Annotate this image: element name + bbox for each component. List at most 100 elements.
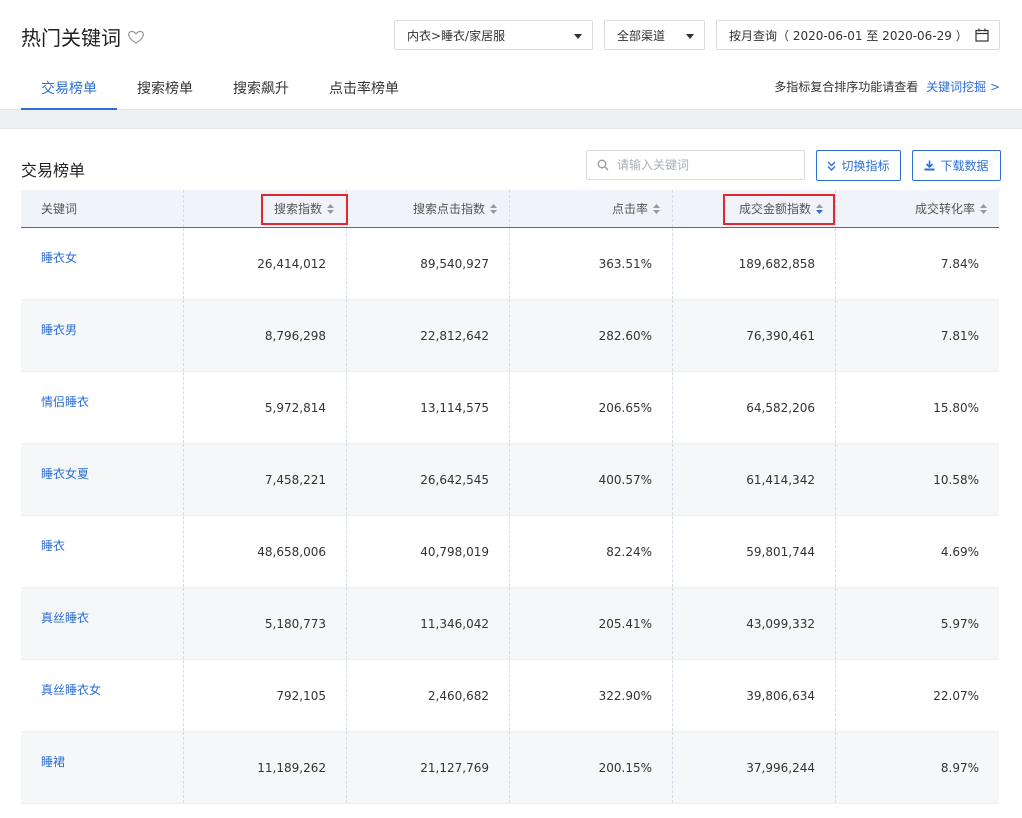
table-row: 真丝睡衣女 792,105 2,460,682 322.90% 39,806,6… [21, 660, 999, 732]
ctr-cell: 200.15% [510, 732, 673, 803]
chevron-down-icon [574, 34, 582, 39]
search-index-cell: 5,972,814 [184, 372, 347, 443]
trade-amount-index-cell: 39,806,634 [673, 660, 836, 731]
channel-select[interactable]: 全部渠道 [604, 20, 705, 50]
conversion-rate-cell: 10.58% [933, 473, 979, 487]
trade-amount-index-cell: 61,414,342 [673, 444, 836, 515]
search-index-cell: 792,105 [184, 660, 347, 731]
conversion-rate-cell: 7.84% [940, 257, 979, 271]
column-header-label: 搜索指数 [273, 202, 322, 216]
keyword-link[interactable]: 情侣睡衣 [41, 395, 89, 409]
trade-amount-index-cell: 37,996,244 [673, 732, 836, 803]
keyword-cell: 情侣睡衣 [21, 372, 184, 443]
switch-metrics-label: 切换指标 [841, 159, 890, 173]
table-row: 睡衣女 26,414,012 89,540,927 363.51% 189,68… [21, 228, 999, 300]
trade-amount-index-cell: 64,582,206 [673, 372, 836, 443]
tab-ctr-ranking[interactable]: 点击率榜单 [309, 78, 419, 110]
category-select[interactable]: 内衣>睡衣/家居服 [394, 20, 593, 50]
keyword-search-input[interactable] [617, 158, 797, 172]
keyword-link[interactable]: 真丝睡衣女 [41, 683, 101, 697]
search-icon [597, 159, 609, 171]
tab-bar: 交易榜单 搜索榜单 搜索飙升 点击率榜单 [21, 78, 419, 110]
column-header-search-click-index[interactable]: 搜索点击指数 [347, 190, 510, 227]
sort-icon[interactable] [653, 203, 660, 214]
column-header-trade-amount-index[interactable]: 成交金额指数 [673, 190, 836, 227]
date-range-picker[interactable]: 按月查询（ 2020-06-01 至 2020-06-29 ） [716, 20, 1000, 50]
column-header-label: 搜索点击指数 [412, 202, 485, 216]
header-card: 热门关键词 内衣>睡衣/家居服 全部渠道 按月查询（ 2020-06-01 至 … [0, 0, 1022, 110]
section-title: 交易榜单 [21, 161, 86, 180]
download-icon [924, 160, 935, 171]
search-index-cell: 8,796,298 [184, 300, 347, 371]
sort-desc-icon[interactable] [816, 203, 823, 214]
search-index-cell: 26,414,012 [184, 228, 347, 299]
ctr-cell: 206.65% [510, 372, 673, 443]
table-row: 睡衣 48,658,006 40,798,019 82.24% 59,801,7… [21, 516, 999, 588]
double-chevron-down-icon [827, 161, 836, 171]
column-header-label: 点击率 [611, 202, 648, 216]
keyword-search[interactable] [586, 150, 805, 180]
conversion-rate-cell: 4.69% [940, 545, 979, 559]
column-header-search-index[interactable]: 搜索指数 [184, 190, 348, 227]
search-click-index-cell: 13,114,575 [347, 372, 510, 443]
search-click-index-cell: 11,346,042 [347, 588, 510, 659]
keyword-cell: 真丝睡衣女 [21, 660, 184, 731]
ctr-cell: 400.57% [510, 444, 673, 515]
trade-amount-index-cell: 189,682,858 [673, 228, 836, 299]
keyword-link[interactable]: 真丝睡衣 [41, 611, 89, 625]
conversion-rate-cell: 7.81% [940, 329, 979, 343]
keyword-mining-link[interactable]: 关键词挖掘 > [926, 80, 1000, 94]
conversion-rate-cell: 15.80% [933, 401, 979, 415]
keyword-link[interactable]: 睡裙 [41, 755, 65, 769]
keyword-link[interactable]: 睡衣女 [41, 251, 77, 265]
trade-amount-index-cell: 59,801,744 [673, 516, 836, 587]
table-row: 睡裙 11,189,262 21,127,769 200.15% 37,996,… [21, 732, 999, 804]
main-card: 交易榜单 切换指标 下载数据 关键词 搜索指数 [0, 128, 1022, 818]
search-index-cell: 5,180,773 [184, 588, 347, 659]
download-data-button[interactable]: 下载数据 [912, 150, 1001, 181]
tab-search-ranking[interactable]: 搜索榜单 [117, 78, 213, 110]
heart-icon[interactable] [127, 28, 145, 46]
page-title-text: 热门关键词 [21, 26, 121, 50]
trade-amount-index-cell: 76,390,461 [673, 300, 836, 371]
calendar-icon[interactable] [975, 28, 989, 42]
channel-select-value: 全部渠道 [617, 28, 666, 43]
ctr-cell: 82.24% [510, 516, 673, 587]
column-header-label: 成交金额指数 [738, 202, 811, 216]
ctr-cell: 322.90% [510, 660, 673, 731]
table-row: 睡衣女夏 7,458,221 26,642,545 400.57% 61,414… [21, 444, 999, 516]
column-header-label: 关键词 [41, 202, 78, 216]
column-header-conversion-rate[interactable]: 成交转化率 [836, 190, 999, 227]
table-row: 情侣睡衣 5,972,814 13,114,575 206.65% 64,582… [21, 372, 999, 444]
table-row: 真丝睡衣 5,180,773 11,346,042 205.41% 43,099… [21, 588, 999, 660]
conversion-rate-cell: 8.97% [940, 761, 979, 775]
sort-icon[interactable] [327, 203, 334, 214]
search-click-index-cell: 21,127,769 [347, 732, 510, 803]
ctr-cell: 205.41% [510, 588, 673, 659]
switch-metrics-button[interactable]: 切换指标 [816, 150, 901, 181]
search-index-cell: 7,458,221 [184, 444, 347, 515]
date-range-value: 按月查询（ 2020-06-01 至 2020-06-29 ） [729, 28, 968, 43]
page-title: 热门关键词 [21, 22, 145, 51]
search-click-index-cell: 40,798,019 [347, 516, 510, 587]
column-header-keyword: 关键词 [21, 190, 184, 227]
keyword-link[interactable]: 睡衣女夏 [41, 467, 89, 481]
sort-icon[interactable] [490, 203, 497, 214]
column-header-ctr[interactable]: 点击率 [510, 190, 673, 227]
keyword-link[interactable]: 睡衣男 [41, 323, 77, 337]
conversion-rate-cell: 22.07% [933, 689, 979, 703]
tab-search-rising[interactable]: 搜索飙升 [213, 78, 309, 110]
hint-label: 多指标复合排序功能请查看 [774, 80, 919, 94]
search-click-index-cell: 89,540,927 [347, 228, 510, 299]
keyword-cell: 睡衣女 [21, 228, 184, 299]
download-data-label: 下载数据 [940, 159, 989, 173]
search-click-index-cell: 2,460,682 [347, 660, 510, 731]
table-header: 关键词 搜索指数 搜索点击指数 点击率 成交金额指数 成交转化率 [21, 190, 999, 228]
sort-icon[interactable] [980, 203, 987, 214]
ctr-cell: 363.51% [510, 228, 673, 299]
column-header-label: 成交转化率 [914, 202, 975, 216]
search-index-cell: 48,658,006 [184, 516, 347, 587]
keyword-cell: 睡衣 [21, 516, 184, 587]
tab-trade-ranking[interactable]: 交易榜单 [21, 78, 117, 110]
keyword-link[interactable]: 睡衣 [41, 539, 65, 553]
